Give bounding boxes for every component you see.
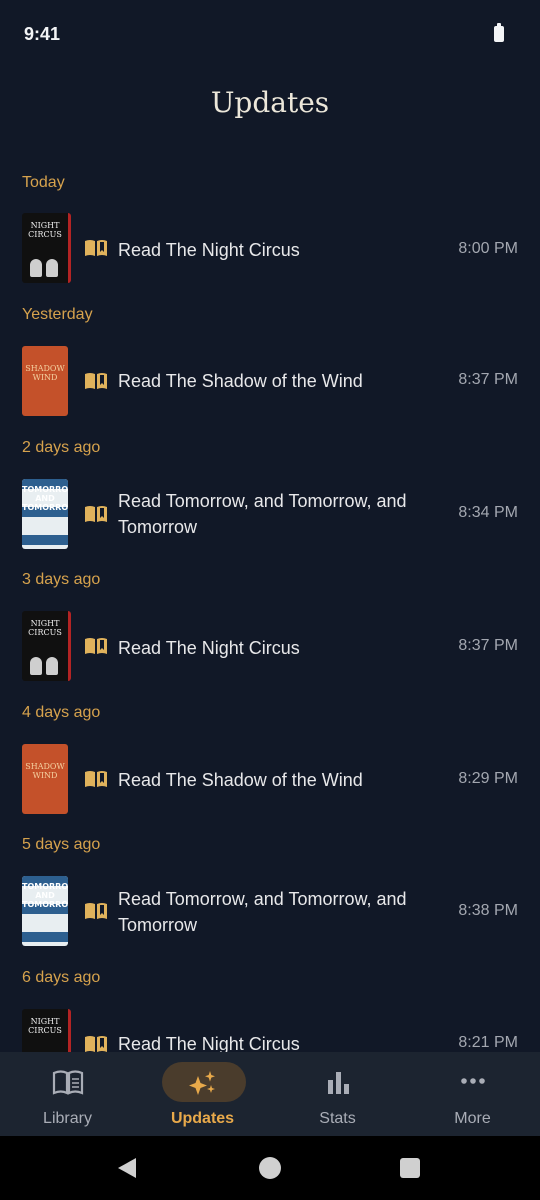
entry-time: 8:00 PM (458, 240, 518, 257)
book-open-icon (85, 373, 107, 389)
book-cover: SHADOW WIND (22, 346, 68, 416)
entry-time: 8:37 PM (458, 371, 518, 388)
update-entry[interactable]: NIGHT CIRCUS Read The Night Circus 8:37 … (0, 611, 540, 683)
update-entry[interactable]: SHADOW WIND Read The Shadow of the Wind … (0, 744, 540, 816)
book-cover: NIGHT CIRCUS (22, 213, 71, 283)
status-time: 9:41 (24, 24, 61, 44)
book-open-icon (85, 638, 107, 654)
nav-label: Library (43, 1110, 92, 1127)
update-entry[interactable]: TOMORROW AND TOMORROW Read Tomorrow, and… (0, 876, 540, 948)
entry-time: 8:38 PM (458, 902, 518, 919)
more-dots-icon (461, 1078, 485, 1084)
group-label-3-days-ago: 3 days ago (22, 571, 101, 588)
group-label-4-days-ago: 4 days ago (22, 704, 101, 721)
update-entry[interactable]: NIGHT CIRCUS Read The Night Circus 8:00 … (0, 213, 540, 285)
updates-feed[interactable]: Today NIGHT CIRCUS Read The Night Circus… (0, 160, 540, 1052)
bottom-nav: Library Updates Stats More (0, 1052, 540, 1136)
book-cover: NIGHT CIRCUS (22, 611, 71, 681)
book-cover: NIGHT CIRCUS (22, 1009, 71, 1052)
nav-label: Stats (319, 1110, 356, 1127)
entry-time: 8:34 PM (458, 504, 518, 521)
book-open-icon (85, 903, 107, 919)
book-open-icon (85, 1036, 107, 1052)
entry-text: Read The Night Circus (118, 1034, 300, 1052)
group-label-5-days-ago: 5 days ago (22, 836, 101, 853)
update-entry[interactable]: SHADOW WIND Read The Shadow of the Wind … (0, 346, 540, 418)
group-label-yesterday: Yesterday (22, 306, 93, 323)
bar-chart-icon (328, 1072, 349, 1094)
book-cover: TOMORROW AND TOMORROW (22, 876, 68, 946)
nav-item-more[interactable]: More (405, 1052, 540, 1136)
page-title: Updates (210, 86, 330, 119)
system-nav-bar (0, 1136, 540, 1200)
entry-time: 8:21 PM (458, 1034, 518, 1051)
book-open-icon (52, 1070, 84, 1095)
group-label-2-days-ago: 2 days ago (22, 439, 101, 456)
update-entry[interactable]: TOMORROW AND TOMORROW Read Tomorrow, and… (0, 479, 540, 551)
book-open-icon (85, 771, 107, 787)
book-cover: TOMORROW AND TOMORROW (22, 479, 68, 549)
entry-time: 8:29 PM (458, 770, 518, 787)
recents-icon[interactable] (400, 1158, 420, 1178)
book-open-icon (85, 240, 107, 256)
entry-text: Read The Shadow of the Wind (118, 371, 363, 391)
home-icon[interactable] (259, 1157, 281, 1179)
nav-item-library[interactable]: Library (0, 1052, 135, 1136)
entry-text: Read The Night Circus (118, 240, 300, 260)
nav-label: Updates (170, 1110, 235, 1127)
status-bar: 9:41 (0, 0, 540, 70)
nav-label: More (454, 1110, 491, 1127)
book-open-icon (85, 506, 107, 522)
sparkles-icon (189, 1071, 215, 1095)
group-label-6-days-ago: 6 days ago (22, 969, 101, 986)
entry-text: Read The Night Circus (118, 638, 300, 658)
back-icon[interactable] (118, 1158, 136, 1178)
update-entry[interactable]: NIGHT CIRCUS Read The Night Circus 8:21 … (0, 1009, 540, 1052)
entry-text: Read Tomorrow, and Tomorrow, and Tomorro… (118, 889, 407, 935)
group-label-today: Today (22, 174, 65, 191)
entry-text: Read Tomorrow, and Tomorrow, and Tomorro… (118, 491, 407, 537)
nav-item-stats[interactable]: Stats (270, 1052, 405, 1136)
nav-item-updates[interactable]: Updates (135, 1052, 270, 1136)
entry-text: Read The Shadow of the Wind (118, 770, 363, 790)
book-cover: SHADOW WIND (22, 744, 68, 814)
entry-time: 8:37 PM (458, 637, 518, 654)
battery-icon (494, 23, 504, 42)
